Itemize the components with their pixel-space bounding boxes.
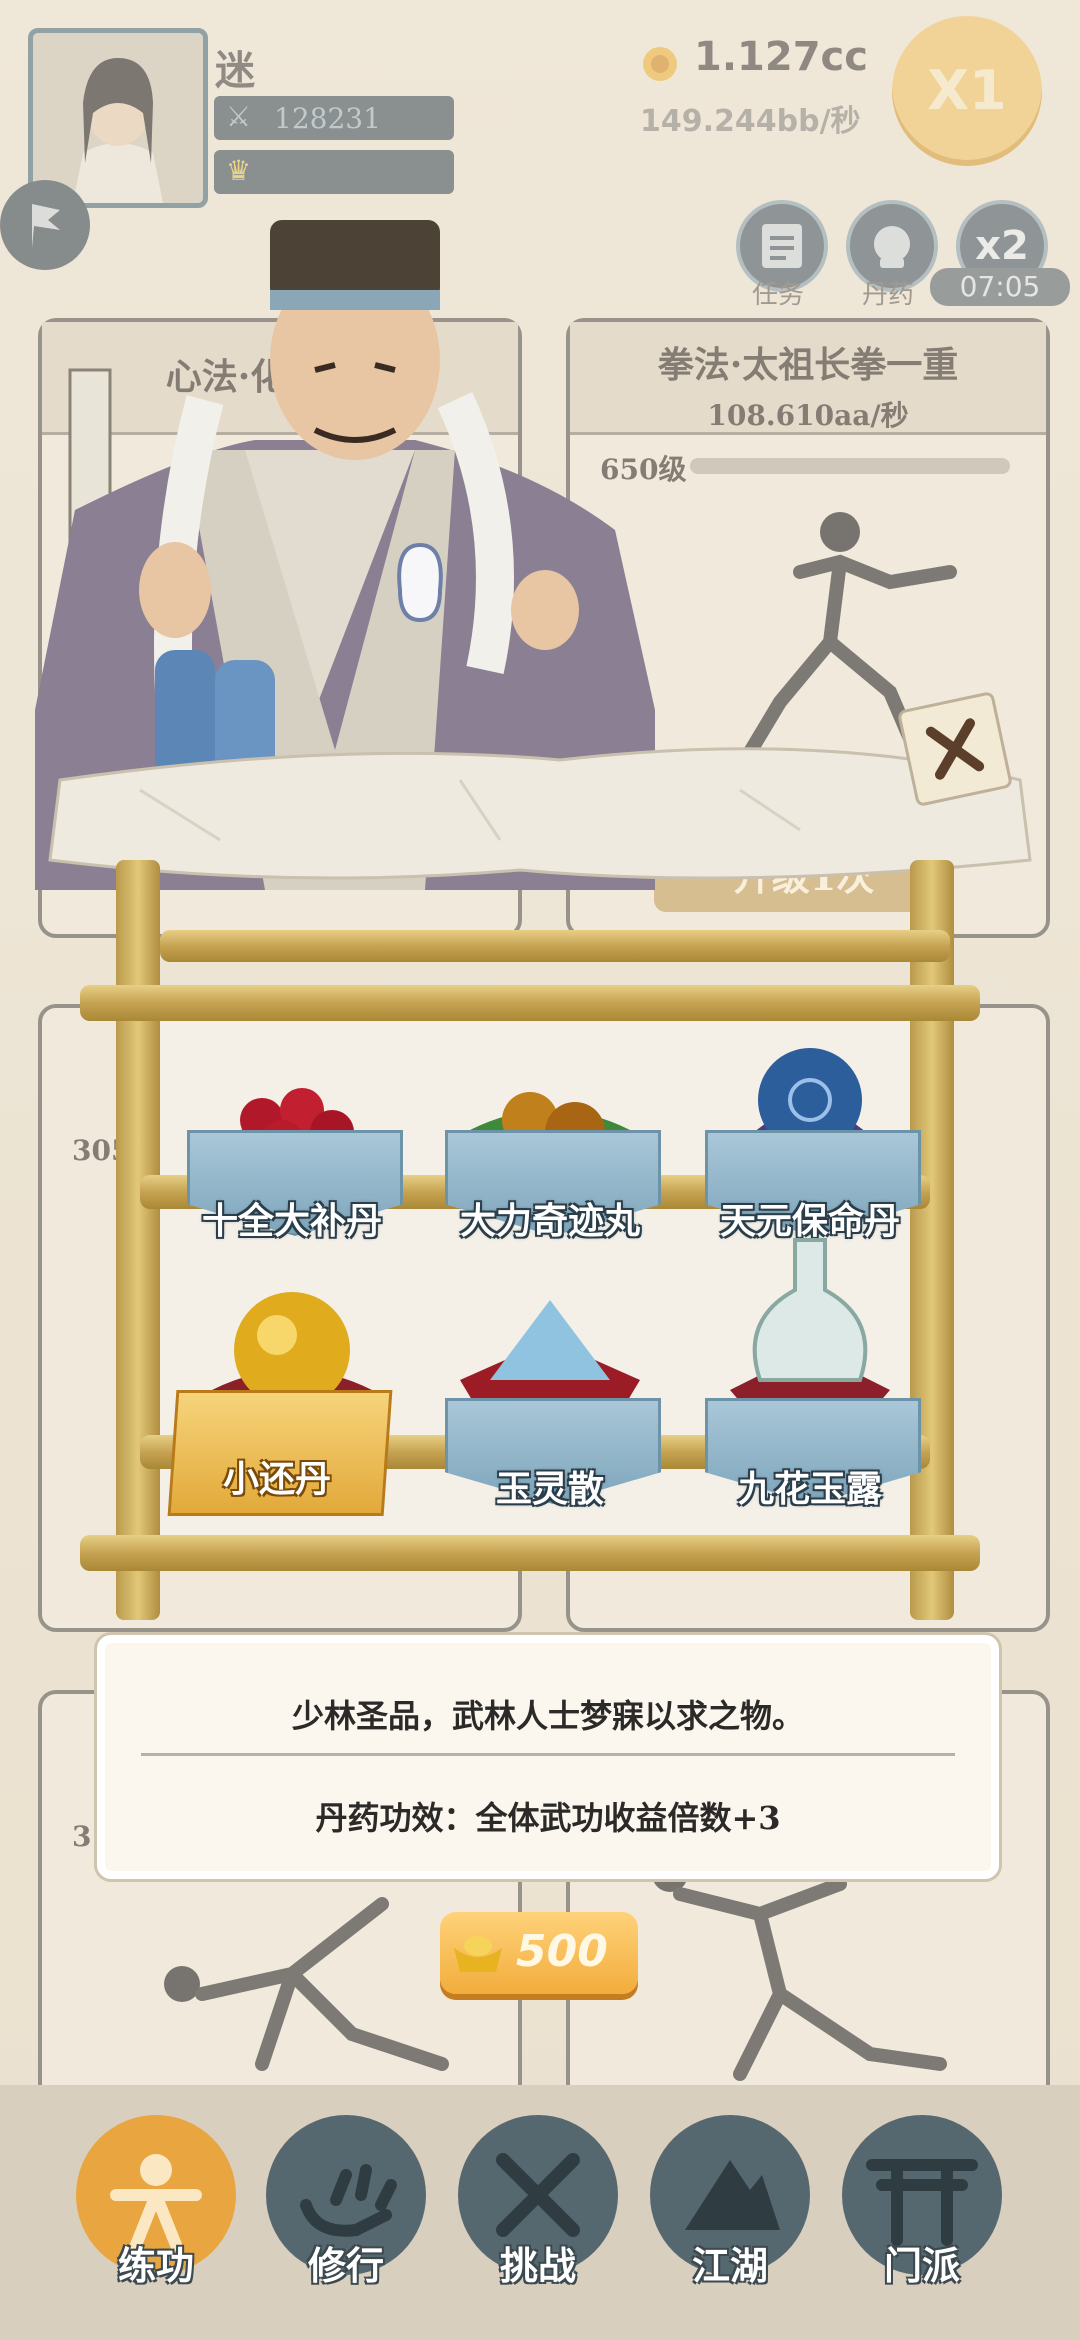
bamboo-beam-bottom bbox=[80, 1535, 980, 1571]
item-effect: 丹药功效：全体武功收益倍数+3 bbox=[315, 1799, 781, 1837]
item-name-1: 十全大补丹 bbox=[201, 1200, 382, 1242]
buy-button[interactable]: 500 bbox=[440, 1912, 638, 1994]
bamboo-beam-upper bbox=[80, 985, 980, 1021]
item-name-6: 九花玉露 bbox=[737, 1468, 882, 1510]
item-name-2: 大力奇迹丸 bbox=[459, 1200, 640, 1242]
item-description-panel: 少林圣品，武林人士梦寐以求之物。 丹药功效：全体武功收益倍数+3 bbox=[97, 1635, 999, 1879]
nav-cultivate-label: 修行 bbox=[307, 2243, 384, 2288]
shop-item-6[interactable]: 九花玉露 bbox=[690, 1220, 930, 1520]
price-value: 500 bbox=[516, 1926, 608, 1977]
nav-sect-label: 门派 bbox=[883, 2243, 960, 2288]
item-description: 少林圣品，武林人士梦寐以求之物。 bbox=[291, 1697, 804, 1735]
bamboo-beam-top bbox=[160, 930, 950, 962]
shop-item-1[interactable]: 十全大补丹 bbox=[172, 1060, 412, 1260]
shop-item-4[interactable]: 小还丹 bbox=[167, 1280, 412, 1520]
bamboo-pole-left bbox=[116, 860, 160, 1620]
description-divider bbox=[141, 1753, 955, 1756]
shop-item-2[interactable]: 大力奇迹丸 bbox=[430, 1060, 670, 1260]
shop-canopy bbox=[48, 747, 1032, 880]
item-name-5: 玉灵散 bbox=[495, 1468, 604, 1510]
nav-jianghu-label: 江湖 bbox=[691, 2243, 768, 2288]
close-icon bbox=[925, 718, 985, 780]
gold-ingot-icon bbox=[454, 1936, 502, 1972]
close-button[interactable] bbox=[896, 690, 1014, 808]
nav-challenge-label: 挑战 bbox=[499, 2243, 576, 2288]
item-name-4: 小还丹 bbox=[222, 1458, 331, 1500]
nav-practice-label: 练功 bbox=[117, 2243, 194, 2288]
shop-item-5[interactable]: 玉灵散 bbox=[430, 1280, 670, 1520]
